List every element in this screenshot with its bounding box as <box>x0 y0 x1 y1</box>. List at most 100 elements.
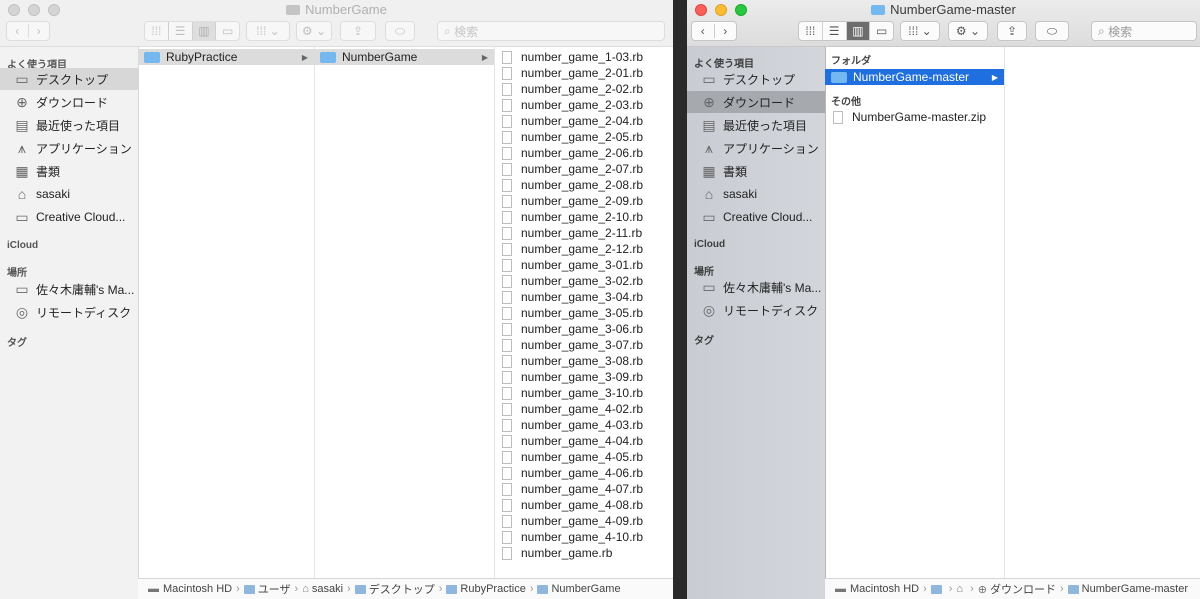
folders-header: フォルダ <box>831 56 871 67</box>
view-mode-control[interactable]: ⁞⁞⁞ ☰ ▥ ▭ <box>798 21 894 41</box>
sidebar-item-downloads[interactable]: ⊕ ダウンロード <box>687 91 825 113</box>
sidebar-item-remote-disc[interactable]: ◎ リモートディスク <box>687 299 825 321</box>
file-row[interactable]: number_game_3-06.rb <box>494 321 673 337</box>
list-item[interactable]: RubyPractice ▶ <box>138 49 314 65</box>
sidebar-item-home[interactable]: ⌂ sasaki <box>0 183 138 205</box>
forward-icon[interactable]: › <box>713 24 737 38</box>
sidebar-item-mac[interactable]: ▭ 佐々木庸輔's Ma... <box>0 278 138 300</box>
tag-button[interactable]: ⬭ <box>385 21 415 41</box>
document-icon <box>502 450 512 464</box>
column-view-icon[interactable]: ▥ <box>846 22 871 40</box>
search-field[interactable]: ⌕ 検索 <box>437 21 665 41</box>
list-view-icon[interactable]: ☰ <box>169 22 193 40</box>
file-row[interactable]: number_game_2-11.rb <box>494 225 673 241</box>
tag-button[interactable]: ⬭ <box>1035 21 1069 41</box>
back-forward-buttons[interactable]: ‹ › <box>6 21 50 41</box>
file-row[interactable]: number_game_3-09.rb <box>494 369 673 385</box>
file-row[interactable]: number_game_3-10.rb <box>494 385 673 401</box>
group-button[interactable]: ⁞⁞⁞ ⌄ <box>900 21 940 41</box>
sidebar-item-recents[interactable]: ▤ 最近使った項目 <box>687 114 825 136</box>
sidebar-item-documents[interactable]: ▦ 書類 <box>687 160 825 182</box>
back-forward-buttons[interactable]: ‹ › <box>691 21 737 41</box>
sidebar-item-desktop[interactable]: ▭ デスクトップ <box>687 68 825 90</box>
sidebar-item-creative-cloud[interactable]: ▭ Creative Cloud... <box>0 206 138 228</box>
file-row[interactable]: number_game_2-12.rb <box>494 241 673 257</box>
file-row[interactable]: number_game_3-02.rb <box>494 273 673 289</box>
file-row[interactable]: number_game_2-02.rb <box>494 81 673 97</box>
file-row[interactable]: number_game_2-08.rb <box>494 177 673 193</box>
file-row[interactable]: number_game_3-08.rb <box>494 353 673 369</box>
action-button[interactable]: ⚙ ⌄ <box>948 21 988 41</box>
back-icon[interactable]: ‹ <box>7 24 28 38</box>
back-icon[interactable]: ‹ <box>692 24 714 38</box>
icon-view-icon[interactable]: ⁞⁞⁞ <box>799 22 823 40</box>
icon-view-icon[interactable]: ⁞⁞⁞ <box>145 22 169 40</box>
group-button[interactable]: ⁞⁞⁞ ⌄ <box>246 21 290 41</box>
file-row[interactable]: number_game_2-10.rb <box>494 209 673 225</box>
path-item[interactable]: NumberGame-master <box>1082 583 1188 595</box>
list-item[interactable]: NumberGame ▶ <box>314 49 494 65</box>
list-view-icon[interactable]: ☰ <box>823 22 847 40</box>
tag-icon: ⬭ <box>394 23 406 38</box>
path-item[interactable]: ダウンロード <box>990 581 1056 597</box>
sidebar-item-applications[interactable]: ⩚ アプリケーション <box>0 137 138 159</box>
column-1[interactable]: RubyPractice ▶ <box>138 47 315 579</box>
file-row[interactable]: number_game_2-05.rb <box>494 129 673 145</box>
path-item[interactable]: ユーザ <box>258 581 291 597</box>
finder-window-numbergame-master[interactable]: NumberGame-master ‹ › ⁞⁞⁞ ☰ ▥ ▭ ⁞⁞⁞ ⌄ ⚙ ⌄… <box>687 0 1200 599</box>
file-row[interactable]: number_game_4-09.rb <box>494 513 673 529</box>
sidebar-item-remote-disc[interactable]: ◎ リモートディスク <box>0 301 138 323</box>
path-item[interactable]: デスクトップ <box>369 581 435 597</box>
path-item[interactable]: Macintosh HD <box>163 583 232 595</box>
sidebar-item-documents[interactable]: ▦ 書類 <box>0 160 138 182</box>
file-row[interactable]: number_game_4-03.rb <box>494 417 673 433</box>
file-row[interactable]: number_game_1-03.rb <box>494 49 673 65</box>
sidebar-item-downloads[interactable]: ⊕ ダウンロード <box>0 91 138 113</box>
file-row[interactable]: number_game_2-04.rb <box>494 113 673 129</box>
path-item[interactable]: sasaki <box>312 583 343 595</box>
file-row[interactable]: number_game_4-04.rb <box>494 433 673 449</box>
search-field[interactable]: ⌕ 検索 <box>1091 21 1197 41</box>
file-row[interactable]: number_game.rb <box>494 545 673 561</box>
file-row[interactable]: number_game_4-06.rb <box>494 465 673 481</box>
path-item[interactable]: RubyPractice <box>460 583 525 595</box>
file-row[interactable]: number_game_4-07.rb <box>494 481 673 497</box>
path-item[interactable]: Macintosh HD <box>850 583 919 595</box>
column-3-files[interactable]: number_game_1-03.rb number_game_2-01.rb … <box>494 47 673 579</box>
file-row[interactable]: number_game_3-01.rb <box>494 257 673 273</box>
sidebar-item-creative-cloud[interactable]: ▭ Creative Cloud... <box>687 206 825 228</box>
view-mode-control[interactable]: ⁞⁞⁞ ☰ ▥ ▭ <box>144 21 240 41</box>
sidebar-item-recents[interactable]: ▤ 最近使った項目 <box>0 114 138 136</box>
file-row[interactable]: number_game_3-07.rb <box>494 337 673 353</box>
list-item[interactable]: NumberGame-master.zip <box>825 109 1004 125</box>
file-row[interactable]: number_game_4-02.rb <box>494 401 673 417</box>
sidebar-item-home[interactable]: ⌂ sasaki <box>687 183 825 205</box>
share-button[interactable]: ⇪ <box>997 21 1027 41</box>
sidebar-item-applications[interactable]: ⩚ アプリケーション <box>687 137 825 159</box>
action-button[interactable]: ⚙ ⌄ <box>296 21 332 41</box>
file-row[interactable]: number_game_4-08.rb <box>494 497 673 513</box>
column-2[interactable]: NumberGame ▶ <box>314 47 495 579</box>
path-item[interactable]: NumberGame <box>551 583 620 595</box>
sidebar-item-mac[interactable]: ▭ 佐々木庸輔's Ma... <box>687 276 825 298</box>
file-row[interactable]: number_game_2-01.rb <box>494 65 673 81</box>
file-row[interactable]: number_game_2-06.rb <box>494 145 673 161</box>
sidebar-item-desktop[interactable]: ▭ デスクトップ <box>0 68 138 90</box>
column-1[interactable]: フォルダ NumberGame-master ▶ その他 NumberGame-m… <box>825 47 1005 579</box>
column-view-icon[interactable]: ▥ <box>192 22 217 40</box>
forward-icon[interactable]: › <box>27 24 50 38</box>
file-row[interactable]: number_game_2-09.rb <box>494 193 673 209</box>
file-row[interactable]: number_game_3-05.rb <box>494 305 673 321</box>
gallery-view-icon[interactable]: ▭ <box>870 22 893 40</box>
file-row[interactable]: number_game_3-04.rb <box>494 289 673 305</box>
share-button[interactable]: ⇪ <box>340 21 376 41</box>
titlebar[interactable]: NumberGame ‹ › ⁞⁞⁞ ☰ ▥ ▭ ⁞⁞⁞ ⌄ ⚙ ⌄ ⇪ ⬭ ⌕ … <box>0 0 673 47</box>
gallery-view-icon[interactable]: ▭ <box>216 22 239 40</box>
list-item[interactable]: NumberGame-master ▶ <box>825 69 1004 85</box>
file-row[interactable]: number_game_4-05.rb <box>494 449 673 465</box>
file-row[interactable]: number_game_2-03.rb <box>494 97 673 113</box>
titlebar[interactable]: NumberGame-master ‹ › ⁞⁞⁞ ☰ ▥ ▭ ⁞⁞⁞ ⌄ ⚙ ⌄… <box>687 0 1200 47</box>
file-row[interactable]: number_game_4-10.rb <box>494 529 673 545</box>
finder-window-numbergame[interactable]: NumberGame ‹ › ⁞⁞⁞ ☰ ▥ ▭ ⁞⁞⁞ ⌄ ⚙ ⌄ ⇪ ⬭ ⌕ … <box>0 0 673 599</box>
file-row[interactable]: number_game_2-07.rb <box>494 161 673 177</box>
